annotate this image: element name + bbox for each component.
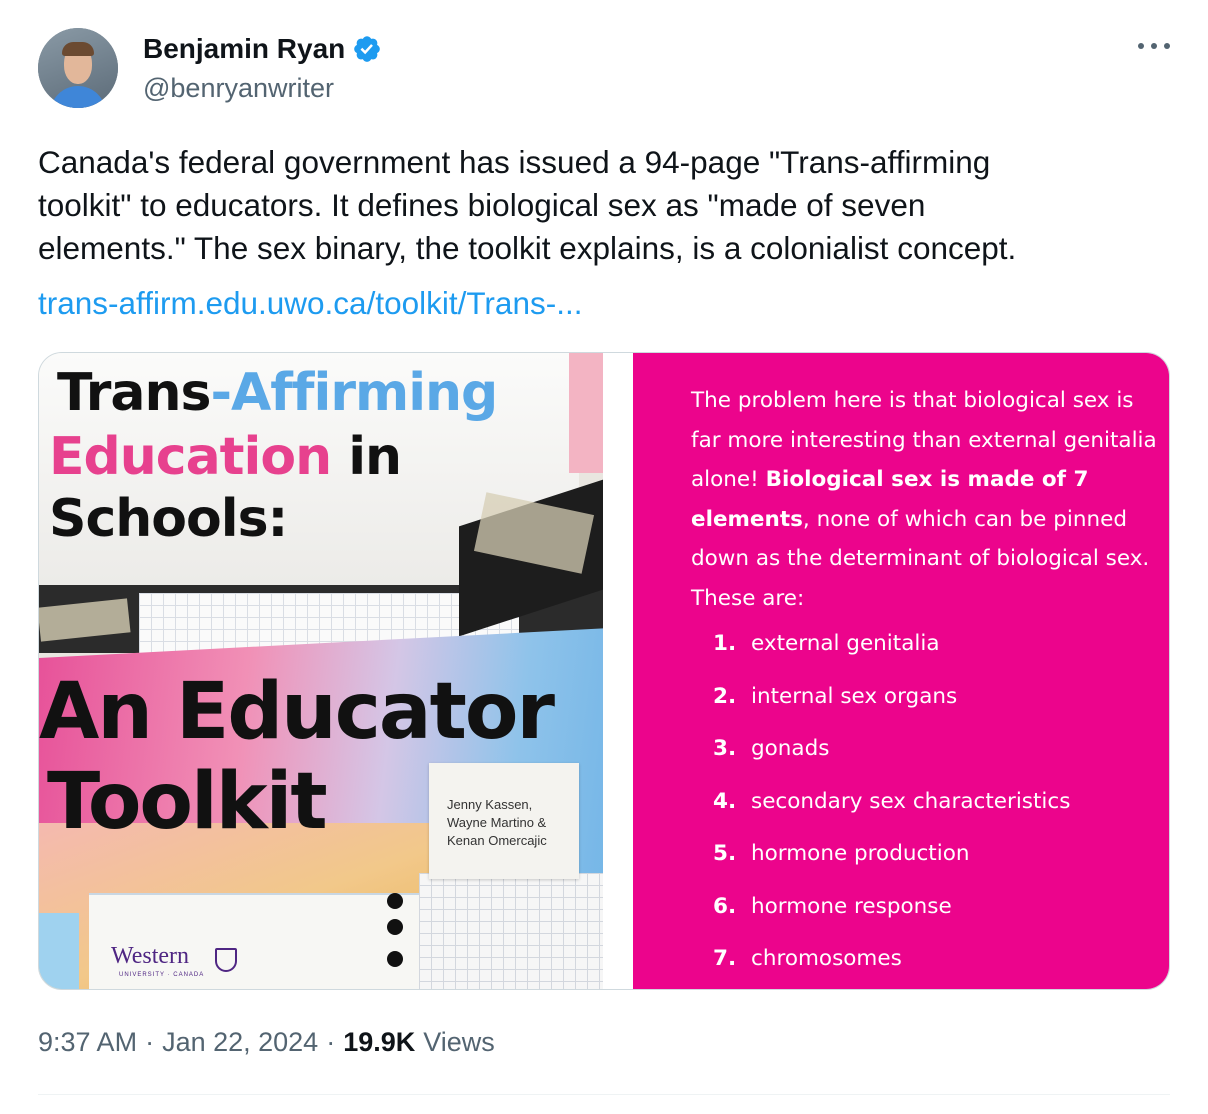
separator: · [326, 1027, 336, 1057]
author-credit: Jenny Kassen, [447, 797, 533, 812]
author-credit: Wayne Martino & [447, 815, 547, 830]
binder-hole-icon [387, 893, 403, 909]
views-count[interactable]: 19.9K [343, 1027, 415, 1058]
cover-subtitle-line1: An Educator [39, 667, 555, 757]
cover-title-line1: Trans-Affirming [57, 363, 498, 423]
toolkit-cover-image[interactable]: Trans-Affirming Education in Schools: An… [39, 353, 603, 989]
author-credit: Kenan Omercajic [447, 833, 547, 848]
authors-card: Jenny Kassen, Wayne Martino & Kenan Omer… [429, 763, 579, 879]
western-logo: Western [111, 943, 190, 969]
tweet: Benjamin Ryan @benryanwriter Canada's fe… [0, 0, 1208, 1114]
binder-hole-icon [387, 951, 403, 967]
separator: · [145, 1027, 155, 1057]
tweet-text: Canada's federal government has issued a… [38, 141, 1158, 270]
views-label: Views [423, 1027, 495, 1057]
more-options-icon[interactable] [1138, 38, 1170, 54]
tweet-media[interactable]: Trans-Affirming Education in Schools: An… [38, 352, 1170, 990]
avatar[interactable] [38, 28, 118, 108]
divider [38, 1094, 1170, 1095]
cover-title-line2: Education in [49, 427, 402, 487]
tweet-text-line: toolkit" to educators. It defines biolog… [38, 187, 926, 223]
toolkit-excerpt-image[interactable]: The problem here is that biological sex … [633, 353, 1169, 989]
excerpt-intro: The problem here is that biological sex … [691, 388, 1157, 611]
tweet-link[interactable]: trans-affirm.edu.uwo.ca/toolkit/Trans-..… [38, 282, 582, 325]
tweet-time[interactable]: 9:37 AM [38, 1027, 137, 1058]
western-logo-subtext: UNIVERSITY · CANADA [119, 972, 205, 978]
cover-title-line3: Schools: [49, 489, 288, 549]
verified-badge-icon[interactable] [352, 34, 382, 64]
cover-subtitle-line2: Toolkit [47, 757, 328, 847]
tweet-text-line: Canada's federal government has issued a… [38, 144, 991, 180]
tweet-metadata: 9:37 AM · Jan 22, 2024 · 19.9K Views [38, 1027, 495, 1058]
tweet-text-line: elements." The sex binary, the toolkit e… [38, 230, 1017, 266]
western-crest-icon [215, 948, 237, 972]
author-handle[interactable]: @benryanwriter [143, 73, 334, 104]
author-name[interactable]: Benjamin Ryan [143, 33, 345, 65]
binder-hole-icon [387, 919, 403, 935]
tweet-date[interactable]: Jan 22, 2024 [162, 1027, 318, 1058]
author-name-row: Benjamin Ryan [143, 31, 382, 67]
